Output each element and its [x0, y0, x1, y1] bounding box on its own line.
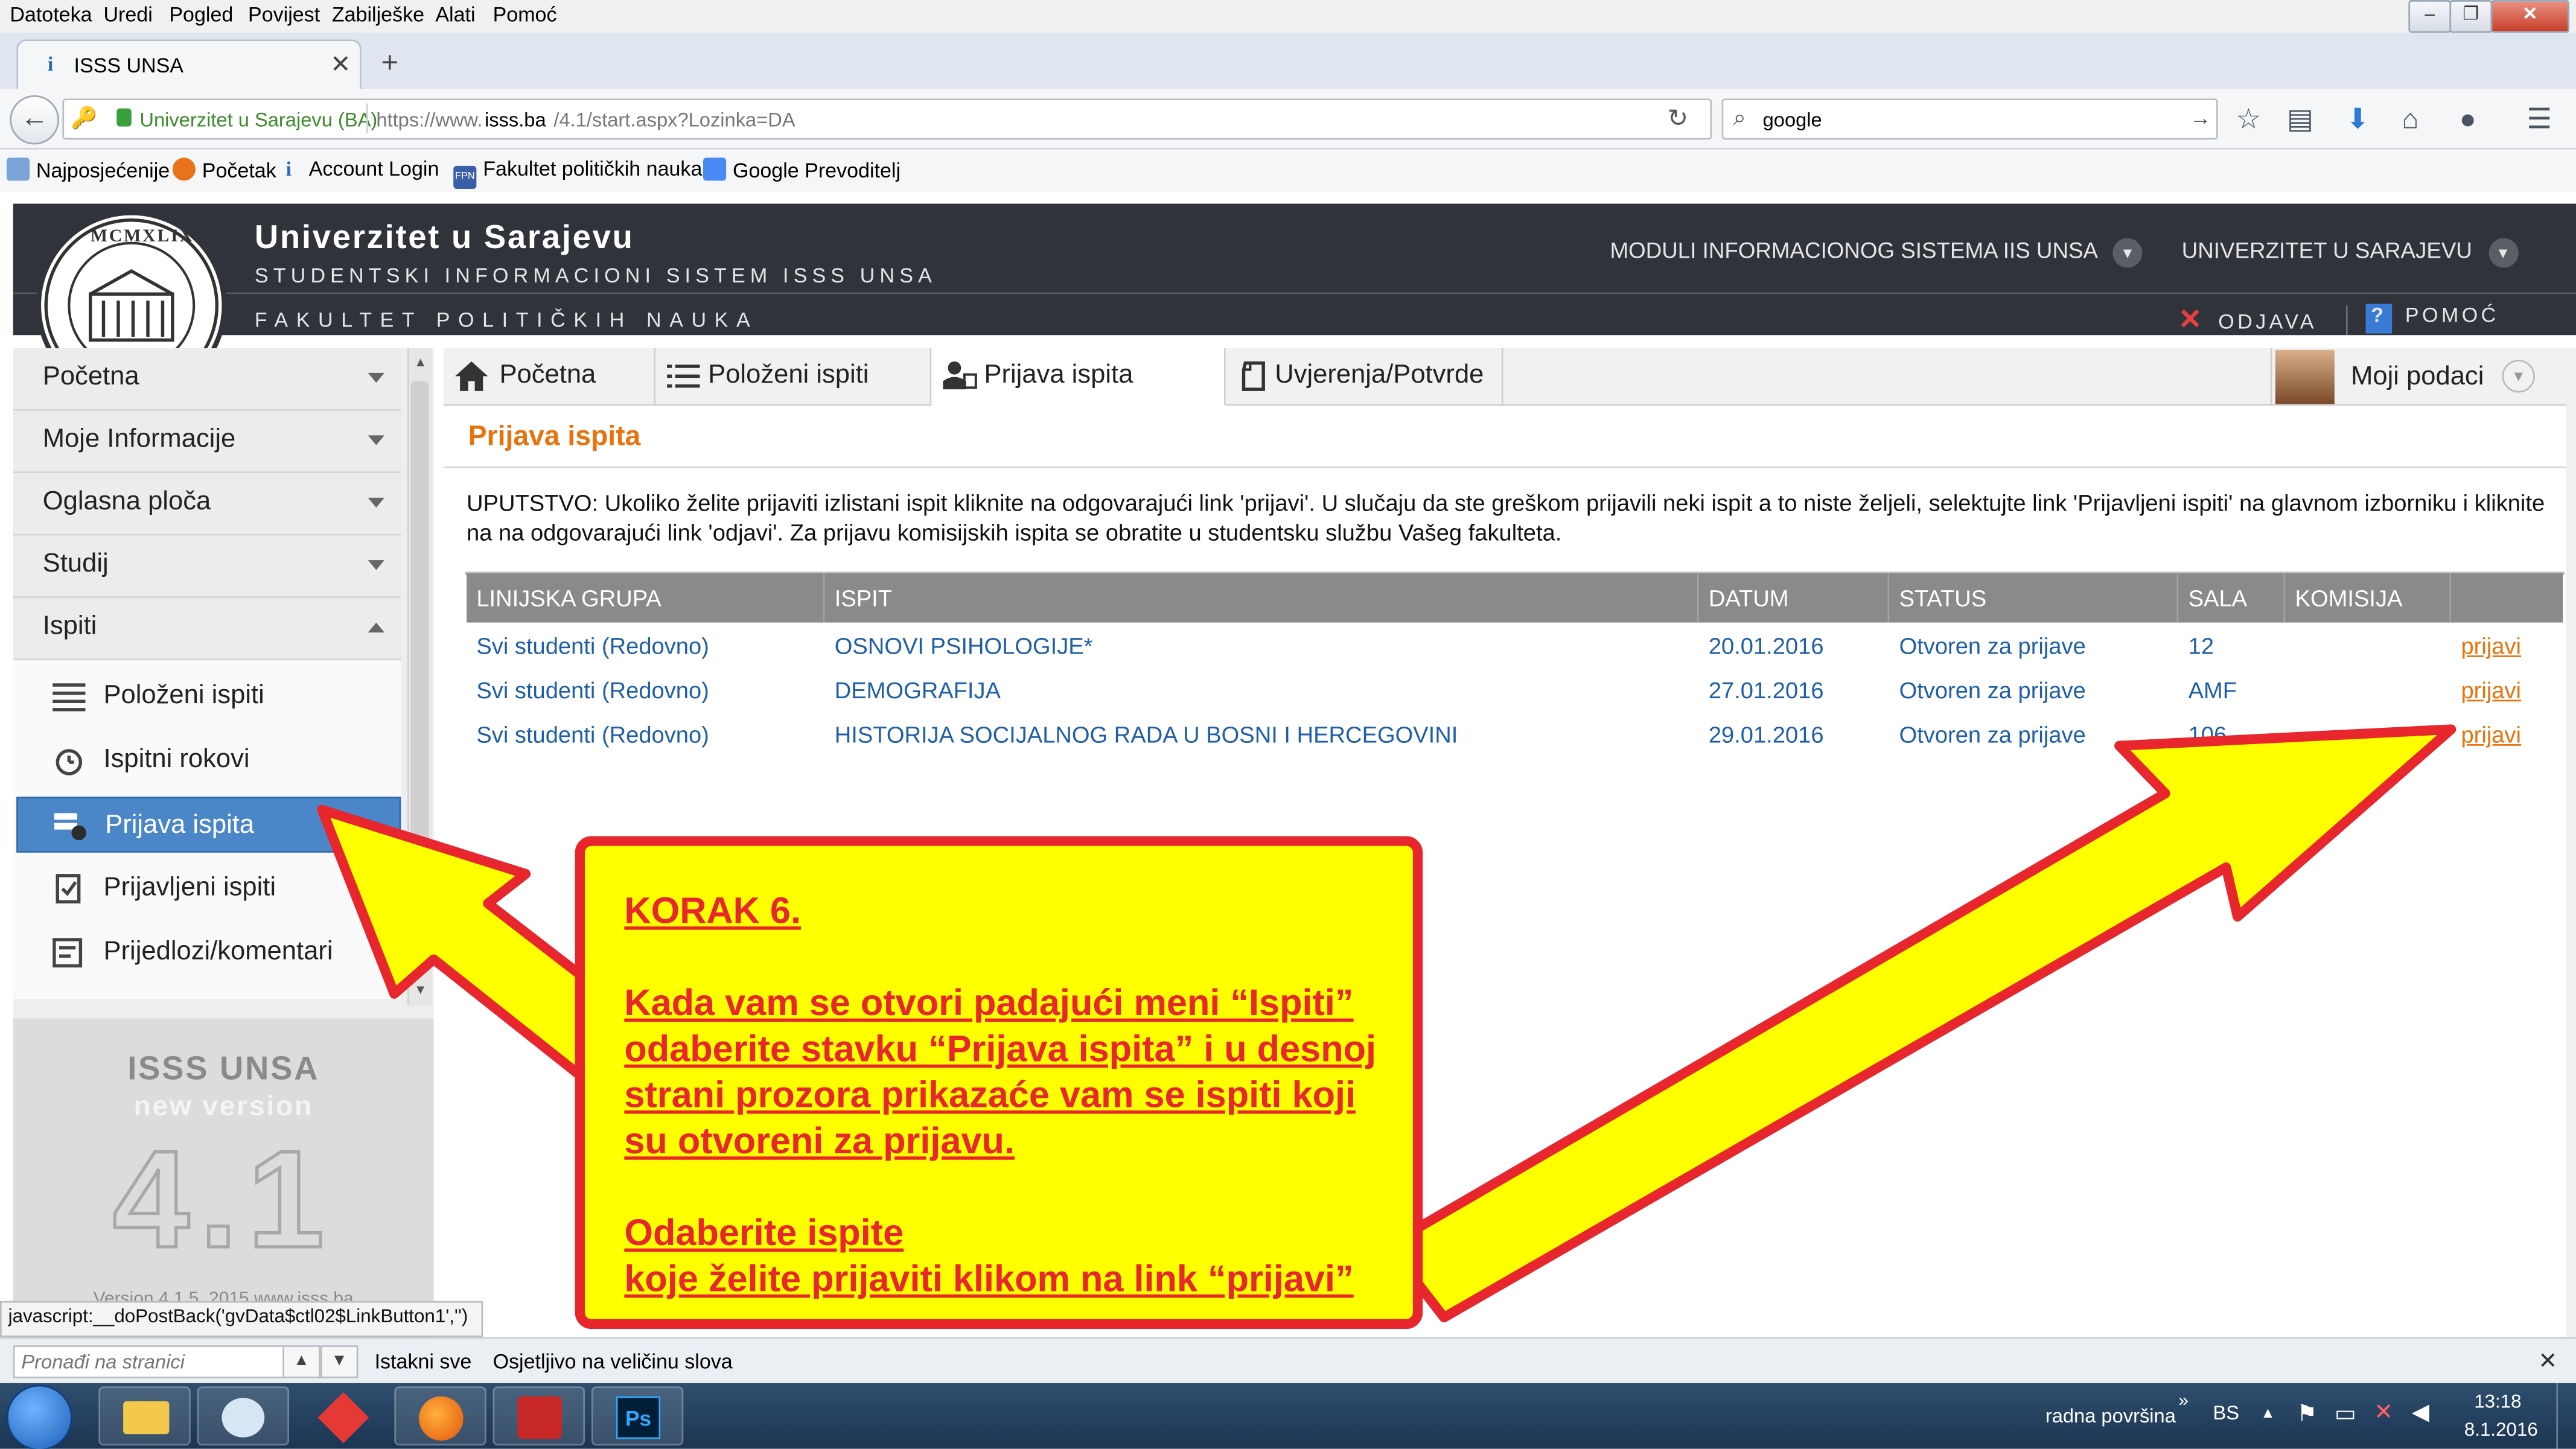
instruction-callout: KORAK 6. Kada vam se otvori padajući men…: [575, 836, 1423, 1330]
mail-icon: [222, 1398, 265, 1438]
match-case-button[interactable]: Osjetljivo na veličinu slova: [493, 1350, 733, 1373]
start-button[interactable]: [6, 1384, 72, 1449]
taskbar-app-red[interactable]: [296, 1386, 387, 1445]
taskbar-explorer[interactable]: [98, 1386, 191, 1446]
taskbar-thunderbird[interactable]: [197, 1386, 290, 1446]
language-indicator[interactable]: BS: [2213, 1401, 2239, 1424]
network-error-icon[interactable]: ✕: [2374, 1398, 2393, 1425]
screen: Datoteka Uredi Pogled Povijest Zabilješk…: [0, 0, 2576, 1449]
taskbar-acrobat[interactable]: [493, 1386, 585, 1446]
monitor-icon[interactable]: ▭: [2335, 1400, 2356, 1427]
photoshop-icon: Ps: [616, 1396, 661, 1439]
status-bar: javascript:__doPostBack('gvData$ctl02$Li…: [0, 1301, 483, 1337]
status-text: javascript:__doPostBack('gvData$ctl02$Li…: [8, 1307, 468, 1328]
taskbar-firefox[interactable]: [394, 1386, 486, 1446]
find-close-icon[interactable]: ✕: [2538, 1347, 2557, 1375]
splash-icon: [317, 1392, 369, 1444]
find-previous-icon[interactable]: ▲: [282, 1345, 320, 1378]
find-next-icon[interactable]: ▼: [320, 1345, 359, 1378]
find-input[interactable]: [13, 1345, 293, 1378]
show-desktop-button[interactable]: [2556, 1383, 2576, 1449]
windows-taskbar: Ps radna površina » BS ▲ ⚑ ▭ ✕ ◀ 13:18 8…: [0, 1383, 2576, 1449]
clock-time[interactable]: 13:18: [2474, 1393, 2521, 1413]
arrow-to-prijavi-link: [1383, 724, 2456, 1323]
desktop-toolbar-label[interactable]: radna površina: [2045, 1404, 2176, 1427]
highlight-all-button[interactable]: Istakni sve: [375, 1350, 472, 1373]
callout-line: su otvoreni za prijavu.: [624, 1120, 1015, 1162]
callout-line: strani prozora prikazaće vam se ispiti k…: [624, 1074, 1356, 1116]
taskbar-photoshop[interactable]: Ps: [591, 1386, 684, 1446]
callout-step: KORAK 6.: [624, 890, 801, 932]
toolbar-expand-icon[interactable]: »: [2178, 1391, 2189, 1411]
flag-icon[interactable]: ⚑: [2297, 1400, 2317, 1427]
folder-icon: [123, 1401, 170, 1435]
find-bar: ▲ ▼ Istakni sve Osjetljivo na veličinu s…: [0, 1337, 2576, 1385]
firefox-icon: [419, 1396, 464, 1441]
volume-icon[interactable]: ◀: [2412, 1398, 2429, 1425]
callout-line: koje želite prijaviti klikom na link “pr…: [624, 1258, 1354, 1300]
callout-line: Kada vam se otvori padajući meni “Ispiti…: [624, 982, 1354, 1024]
pdf-icon: [517, 1396, 562, 1439]
callout-line: odaberite stavku “Prijava ispita” i u de…: [624, 1028, 1377, 1069]
callout-line: Odaberite ispite: [624, 1212, 904, 1253]
clock-date[interactable]: 8.1.2016: [2464, 1421, 2538, 1441]
tray-expand-icon[interactable]: ▲: [2260, 1404, 2275, 1421]
